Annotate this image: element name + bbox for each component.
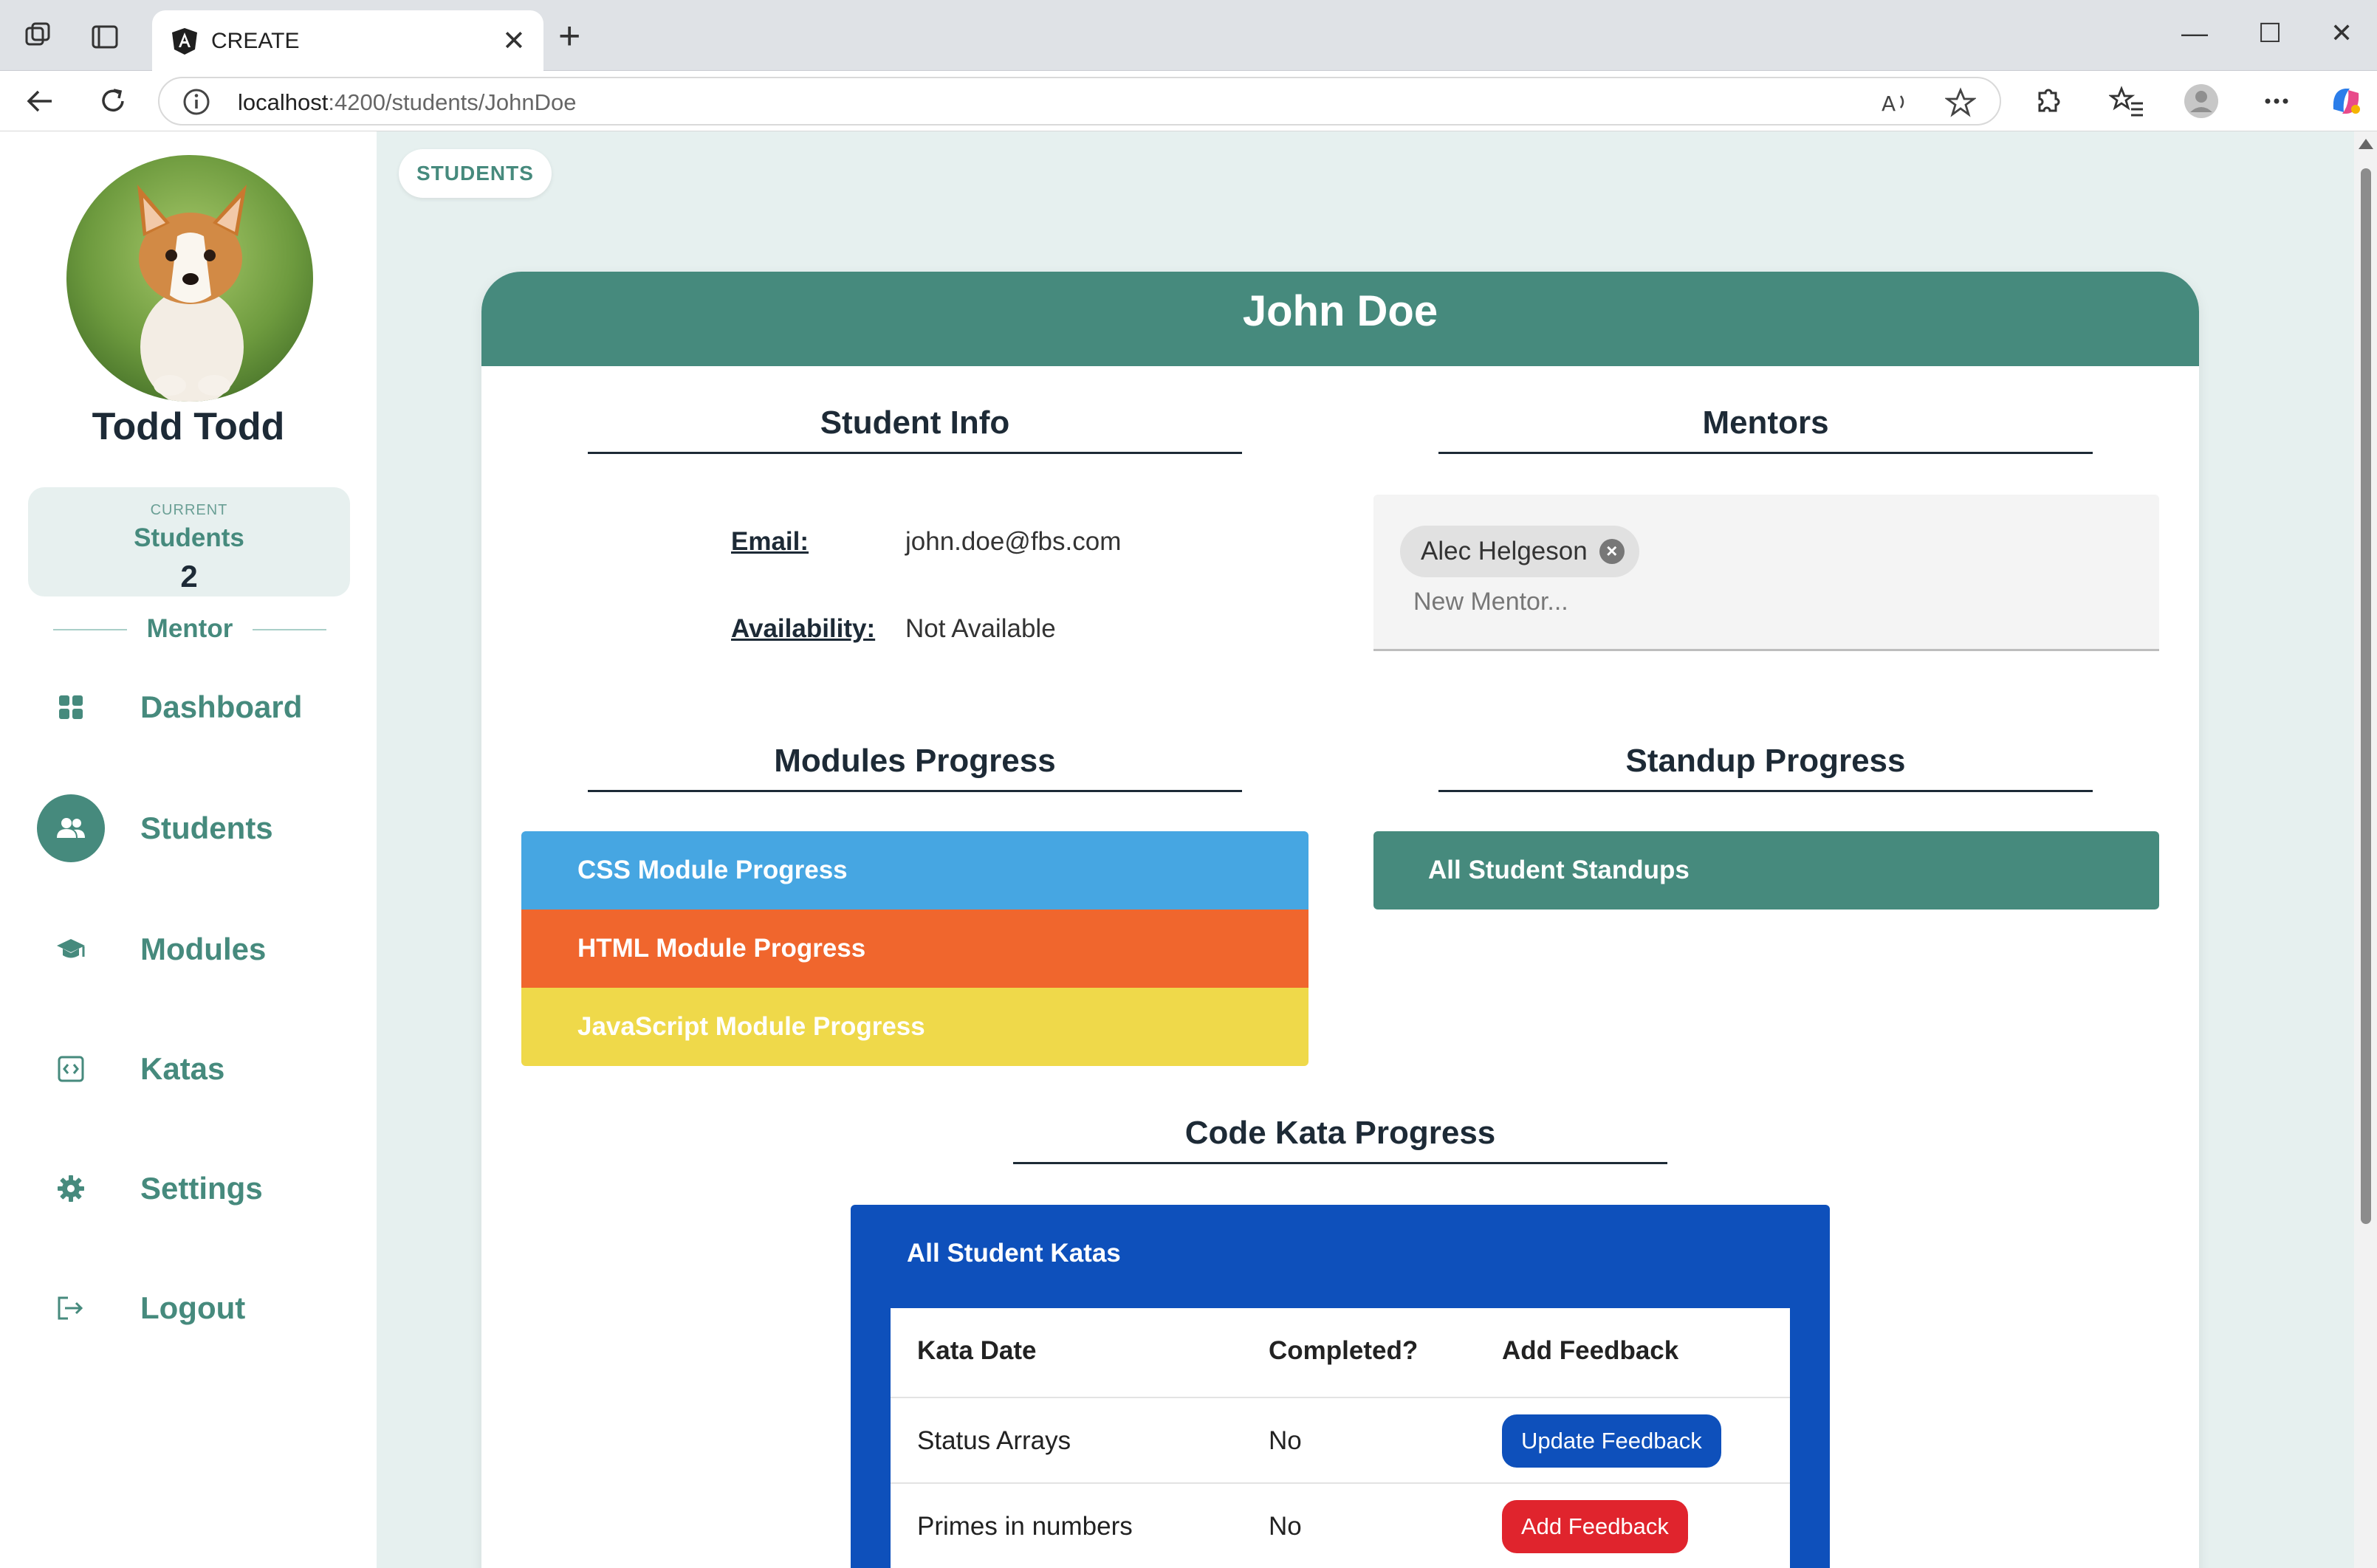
- browser-tab-active[interactable]: CREATE ✕: [152, 10, 543, 71]
- role-label: Mentor: [146, 614, 233, 643]
- current-value: Students: [134, 523, 244, 552]
- sidebar-item-label: Katas: [140, 1051, 225, 1086]
- angular-logo-icon: [172, 28, 197, 55]
- copilot-icon[interactable]: [2328, 83, 2364, 120]
- svg-text:A: A: [1882, 92, 1896, 116]
- breadcrumb[interactable]: STUDENTS: [399, 149, 552, 198]
- mentor-chip-field[interactable]: Alec Helgeson × New Mentor...: [1373, 495, 2159, 651]
- kata-name: Status Arrays: [917, 1426, 1071, 1455]
- code-icon: [37, 1035, 105, 1103]
- kata-completed: No: [1269, 1512, 1302, 1541]
- remove-chip-icon[interactable]: ×: [1599, 539, 1625, 564]
- sidebar-item-katas[interactable]: Katas: [37, 1035, 347, 1103]
- current-label: CURRENT: [150, 502, 228, 518]
- table-row: Status Arrays No Update Feedback: [891, 1398, 1790, 1484]
- add-feedback-button[interactable]: Add Feedback: [1502, 1500, 1688, 1553]
- section-divider: [588, 790, 1242, 792]
- browser-title-bar: CREATE ✕ + — ☐ ✕: [0, 0, 2377, 71]
- url-text: localhost:4200/students/JohnDoe: [238, 89, 577, 115]
- all-student-standups-button[interactable]: All Student Standups: [1373, 831, 2159, 909]
- window-close-icon[interactable]: ✕: [2330, 15, 2353, 52]
- sidebar-item-dashboard[interactable]: Dashboard: [37, 673, 347, 741]
- gear-icon: [37, 1155, 105, 1223]
- address-bar[interactable]: localhost:4200/students/JohnDoe A: [158, 77, 2001, 125]
- table-row: Primes in numbers No Add Feedback: [891, 1484, 1790, 1568]
- workspaces-icon[interactable]: [22, 21, 55, 53]
- sidebar-item-label: Students: [140, 811, 273, 845]
- student-card-header: John Doe: [481, 272, 2199, 366]
- extensions-icon[interactable]: [2029, 83, 2066, 120]
- kata-completed: No: [1269, 1426, 1302, 1455]
- scroll-up-arrow-icon[interactable]: [2359, 139, 2373, 149]
- tab-actions-icon[interactable]: [89, 21, 121, 53]
- role-divider: Mentor: [53, 611, 326, 648]
- email-value: john.doe@fbs.com: [905, 527, 1122, 556]
- modules-progress-title: Modules Progress: [774, 743, 1056, 779]
- maximize-icon[interactable]: ☐: [2258, 15, 2282, 52]
- javascript-module-progress-button[interactable]: JavaScript Module Progress: [521, 988, 1308, 1066]
- table-header-row: Kata Date Completed? Add Feedback: [891, 1308, 1790, 1398]
- users-icon: [37, 794, 105, 862]
- minimize-icon[interactable]: —: [2181, 15, 2208, 52]
- scrollbar-thumb[interactable]: [2361, 168, 2371, 1224]
- browser-toolbar: localhost:4200/students/JohnDoe A: [0, 71, 2377, 131]
- katas-table: Kata Date Completed? Add Feedback Status…: [891, 1308, 1790, 1568]
- column-header: Add Feedback: [1502, 1336, 1679, 1365]
- sidebar-item-label: Modules: [140, 932, 267, 966]
- katas-panel: All Student Katas Kata Date Completed? A…: [851, 1205, 1830, 1568]
- sidebar-item-label: Dashboard: [140, 690, 303, 724]
- back-arrow-icon[interactable]: [22, 83, 59, 120]
- sidebar-item-settings[interactable]: Settings: [37, 1155, 347, 1223]
- new-tab-icon[interactable]: +: [558, 17, 580, 55]
- sidebar: Todd Todd CURRENT Students 2 Mentor Dash…: [0, 131, 377, 1568]
- sidebar-item-label: Settings: [140, 1171, 263, 1206]
- tab-close-icon[interactable]: ✕: [502, 27, 526, 56]
- page-scrollbar[interactable]: [2354, 131, 2377, 1568]
- read-aloud-icon[interactable]: A: [1880, 87, 1911, 118]
- favorite-star-icon[interactable]: [1945, 87, 1976, 118]
- html-module-progress-button[interactable]: HTML Module Progress: [521, 909, 1308, 988]
- user-name: Todd Todd: [92, 405, 285, 448]
- current-context-box: CURRENT Students 2: [28, 487, 350, 596]
- current-count: 2: [180, 559, 198, 594]
- tab-title: CREATE: [211, 29, 300, 53]
- column-header: Kata Date: [917, 1336, 1037, 1365]
- sidebar-item-students[interactable]: Students: [37, 794, 347, 862]
- student-card: John Doe Student Info Email: john.doe@fb…: [481, 272, 2199, 1568]
- mentors-title: Mentors: [1702, 405, 1829, 441]
- more-options-icon[interactable]: [2258, 83, 2295, 120]
- availability-label: Availability:: [731, 614, 876, 643]
- puppy-avatar-image: [66, 155, 313, 402]
- refresh-icon[interactable]: [95, 83, 131, 120]
- favorites-list-icon[interactable]: [2109, 83, 2146, 120]
- kata-name: Primes in numbers: [917, 1512, 1133, 1541]
- page-title: John Doe: [1242, 287, 1438, 335]
- mentor-chip: Alec Helgeson ×: [1400, 526, 1639, 577]
- main-content: STUDENTS John Doe Student Info Email: jo…: [377, 131, 2354, 1568]
- site-info-icon[interactable]: [182, 87, 211, 117]
- column-header: Completed?: [1269, 1336, 1419, 1365]
- availability-value: Not Available: [905, 614, 1056, 643]
- section-divider: [1438, 790, 2093, 792]
- student-info-title: Student Info: [820, 405, 1010, 441]
- section-divider: [1013, 1162, 1667, 1164]
- sidebar-item-label: Logout: [140, 1290, 246, 1325]
- profile-icon[interactable]: [2183, 83, 2220, 120]
- email-label: Email:: [731, 527, 809, 556]
- standup-progress-title: Standup Progress: [1625, 743, 1906, 779]
- code-kata-progress-title: Code Kata Progress: [1184, 1115, 1496, 1151]
- update-feedback-button[interactable]: Update Feedback: [1502, 1414, 1721, 1468]
- avatar: [66, 155, 313, 402]
- graduation-cap-icon: [37, 915, 105, 983]
- section-divider: [1438, 452, 2093, 454]
- new-mentor-input[interactable]: New Mentor...: [1413, 588, 1568, 616]
- sidebar-item-modules[interactable]: Modules: [37, 915, 347, 983]
- sidebar-item-logout[interactable]: Logout: [37, 1274, 347, 1342]
- logout-icon: [37, 1274, 105, 1342]
- katas-panel-title[interactable]: All Student Katas: [907, 1239, 1121, 1268]
- mentor-chip-label: Alec Helgeson: [1421, 537, 1588, 565]
- css-module-progress-button[interactable]: CSS Module Progress: [521, 831, 1308, 909]
- section-divider: [588, 452, 1242, 454]
- grid-icon: [37, 673, 105, 741]
